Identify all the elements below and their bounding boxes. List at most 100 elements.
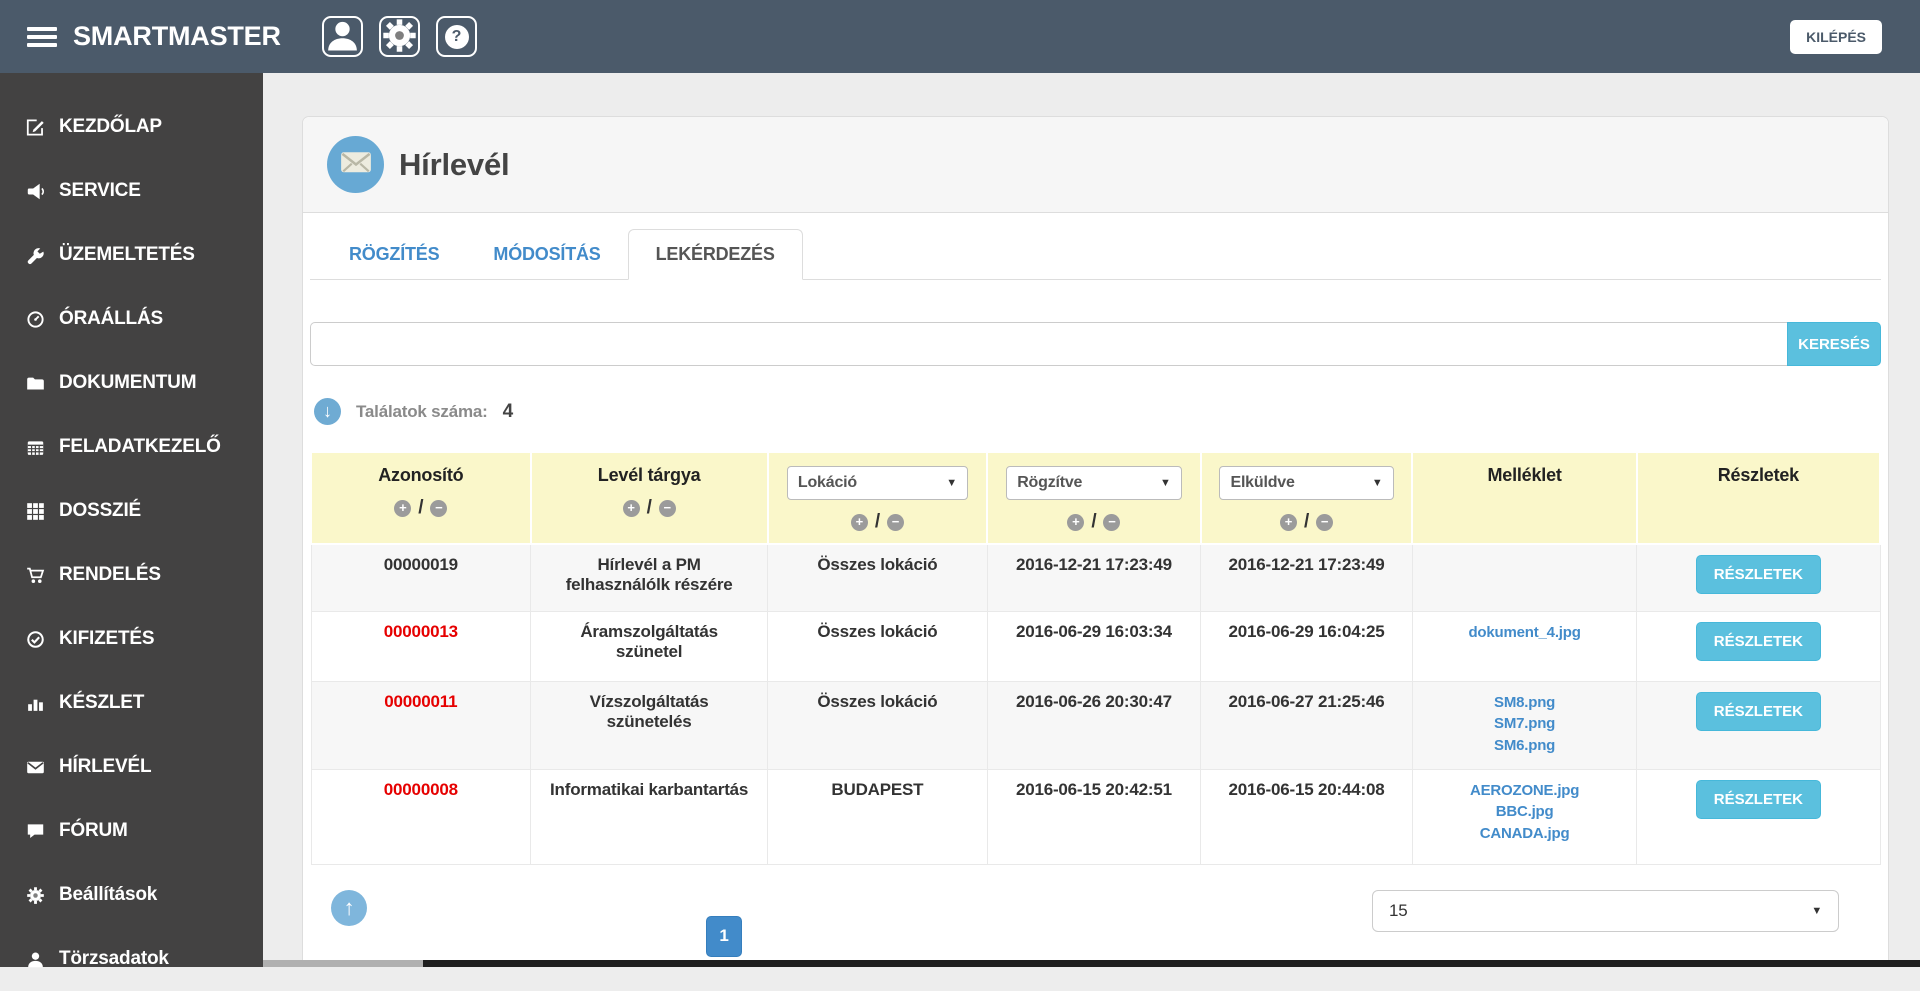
app-title: SMARTMASTER bbox=[73, 21, 281, 52]
attachment-link[interactable]: AEROZONE.jpg bbox=[1421, 780, 1628, 802]
check-circle-icon bbox=[26, 630, 45, 649]
tab-modositas[interactable]: MÓDOSÍTÁS bbox=[466, 230, 627, 279]
sort-ascending-icon[interactable]: + bbox=[394, 500, 411, 517]
page-size-value: 15 bbox=[1389, 901, 1408, 921]
pagination-page-1[interactable]: 1 bbox=[706, 916, 742, 957]
cell-attachments: dokument_4.jpg bbox=[1412, 611, 1636, 681]
cell-attachments: AEROZONE.jpg BBC.jpg CANADA.jpg bbox=[1412, 769, 1636, 864]
column-header-reszletek: Részletek bbox=[1637, 452, 1880, 544]
topbar-icons: ? bbox=[322, 16, 477, 57]
sort-controls: + / − bbox=[538, 497, 761, 519]
sidebar-item-torzsadatok[interactable]: Törzsadatok bbox=[0, 927, 263, 991]
newsletter-envelope-icon bbox=[327, 136, 384, 193]
search-button[interactable]: KERESÉS bbox=[1787, 322, 1881, 366]
details-button[interactable]: RÉSZLETEK bbox=[1696, 555, 1821, 594]
cell-recorded: 2016-06-15 20:42:51 bbox=[987, 769, 1200, 864]
search-input[interactable] bbox=[310, 322, 1787, 366]
details-button[interactable]: RÉSZLETEK bbox=[1696, 692, 1821, 731]
attachment-link[interactable]: SM6.png bbox=[1421, 735, 1628, 757]
details-button[interactable]: RÉSZLETEK bbox=[1696, 622, 1821, 661]
newsletter-table: Azonosító + / − Levél tárgya + bbox=[310, 451, 1881, 865]
column-header-level-targya: Levél tárgya + / − bbox=[531, 452, 768, 544]
attachment-link[interactable]: SM8.png bbox=[1421, 692, 1628, 714]
tab-rogzites[interactable]: RÖGZÍTÉS bbox=[322, 230, 466, 279]
attachment-link[interactable]: dokument_4.jpg bbox=[1421, 622, 1628, 644]
logout-button[interactable]: KILÉPÉS bbox=[1790, 20, 1882, 54]
elkuldve-filter-select[interactable]: Elküldve ▼ bbox=[1219, 466, 1393, 500]
chevron-down-icon: ▼ bbox=[946, 477, 957, 489]
column-label: Levél tárgya bbox=[538, 465, 761, 486]
column-label: Részletek bbox=[1644, 465, 1873, 486]
sort-descending-icon[interactable]: − bbox=[1316, 514, 1333, 531]
rogzitve-filter-select[interactable]: Rögzítve ▼ bbox=[1006, 466, 1181, 500]
sort-descending-icon[interactable]: − bbox=[659, 500, 676, 517]
sort-descending-icon[interactable]: − bbox=[430, 500, 447, 517]
cell-location: Összes lokáció bbox=[768, 544, 988, 611]
gauge-icon bbox=[26, 310, 45, 329]
sort-descending-icon[interactable]: − bbox=[887, 514, 904, 531]
attachment-link[interactable]: BBC.jpg bbox=[1421, 801, 1628, 823]
table-row: 00000019 Hírlevél a PM felhasználólk rés… bbox=[311, 544, 1880, 611]
sidebar-item-feladatkezelo[interactable]: FELADATKEZELŐ bbox=[0, 415, 263, 479]
cell-sent: 2016-06-27 21:25:46 bbox=[1201, 681, 1413, 769]
cell-details: RÉSZLETEK bbox=[1637, 544, 1880, 611]
cell-location: BUDAPEST bbox=[768, 769, 988, 864]
sidebar-item-dosszie[interactable]: DOSSZIÉ bbox=[0, 479, 263, 543]
settings-button[interactable] bbox=[379, 16, 420, 57]
cell-details: RÉSZLETEK bbox=[1637, 611, 1880, 681]
page-size-select[interactable]: 15 ▼ bbox=[1372, 890, 1839, 932]
sidebar-item-dokumentum[interactable]: DOKUMENTUM bbox=[0, 351, 263, 415]
profile-button[interactable] bbox=[322, 16, 363, 57]
sidebar-item-uzemeltetes[interactable]: ÜZEMELTETÉS bbox=[0, 223, 263, 287]
sidebar-item-beallitasok[interactable]: Beállítások bbox=[0, 863, 263, 927]
sidebar-item-rendeles[interactable]: RENDELÉS bbox=[0, 543, 263, 607]
sort-descending-icon[interactable]: − bbox=[1103, 514, 1120, 531]
details-button[interactable]: RÉSZLETEK bbox=[1696, 780, 1821, 819]
sidebar-item-kezdolap[interactable]: KEZDŐLAP bbox=[0, 95, 263, 159]
collapse-arrow-down-icon[interactable]: ↓ bbox=[314, 398, 341, 425]
wrench-icon bbox=[26, 246, 45, 265]
cell-subject: Informatikai karbantartás bbox=[531, 769, 768, 864]
help-button[interactable]: ? bbox=[436, 16, 477, 57]
sidebar-item-forum[interactable]: FÓRUM bbox=[0, 799, 263, 863]
attachment-link[interactable]: CANADA.jpg bbox=[1421, 823, 1628, 845]
column-header-lokacio: Lokáció ▼ + / − bbox=[768, 452, 988, 544]
sort-ascending-icon[interactable]: + bbox=[851, 514, 868, 531]
sidebar-item-hirlevel[interactable]: HÍRLEVÉL bbox=[0, 735, 263, 799]
sidebar-item-label: KEZDŐLAP bbox=[59, 116, 162, 138]
folder-icon bbox=[26, 374, 45, 393]
tabs: RÖGZÍTÉS MÓDOSÍTÁS LEKÉRDEZÉS bbox=[310, 224, 1881, 280]
sidebar-item-label: DOKUMENTUM bbox=[59, 372, 196, 394]
tab-lekerdezes[interactable]: LEKÉRDEZÉS bbox=[628, 229, 803, 280]
sort-ascending-icon[interactable]: + bbox=[1067, 514, 1084, 531]
sidebar-item-label: KÉSZLET bbox=[59, 692, 144, 714]
sidebar-item-label: HÍRLEVÉL bbox=[59, 756, 151, 778]
help-icon: ? bbox=[445, 25, 469, 49]
user-icon bbox=[26, 950, 45, 969]
sidebar-item-oraallas[interactable]: ÓRAÁLLÁS bbox=[0, 287, 263, 351]
chevron-down-icon: ▼ bbox=[1811, 905, 1822, 917]
edit-icon bbox=[26, 118, 45, 137]
scrollbar-thumb[interactable] bbox=[423, 960, 1920, 967]
back-to-top-arrow-icon[interactable]: ↑ bbox=[331, 890, 367, 926]
cell-subject: Vízszolgáltatás szünetelés bbox=[531, 681, 768, 769]
sort-ascending-icon[interactable]: + bbox=[1280, 514, 1297, 531]
sidebar-item-keszlet[interactable]: KÉSZLET bbox=[0, 671, 263, 735]
calendar-icon bbox=[26, 438, 45, 457]
newsletter-panel: Hírlevél RÖGZÍTÉS MÓDOSÍTÁS LEKÉRDEZÉS K… bbox=[302, 116, 1889, 967]
column-label: Melléklet bbox=[1419, 465, 1629, 486]
sidebar: KEZDŐLAP SERVICE ÜZEMELTETÉS ÓRAÁLLÁS DO… bbox=[0, 73, 263, 967]
horizontal-scrollbar bbox=[263, 960, 1920, 967]
menu-icon[interactable] bbox=[27, 23, 57, 51]
attachment-link[interactable]: SM7.png bbox=[1421, 713, 1628, 735]
sidebar-item-kifizetes[interactable]: KIFIZETÉS bbox=[0, 607, 263, 671]
cell-sent: 2016-06-15 20:44:08 bbox=[1201, 769, 1413, 864]
search-row: KERESÉS bbox=[310, 322, 1881, 366]
cell-id: 00000019 bbox=[311, 544, 531, 611]
sort-ascending-icon[interactable]: + bbox=[623, 500, 640, 517]
column-header-melleklet: Melléklet bbox=[1412, 452, 1636, 544]
cell-sent: 2016-06-29 16:04:25 bbox=[1201, 611, 1413, 681]
sidebar-item-service[interactable]: SERVICE bbox=[0, 159, 263, 223]
lokacio-filter-select[interactable]: Lokáció ▼ bbox=[787, 466, 968, 500]
sort-controls: + / − bbox=[994, 511, 1193, 533]
